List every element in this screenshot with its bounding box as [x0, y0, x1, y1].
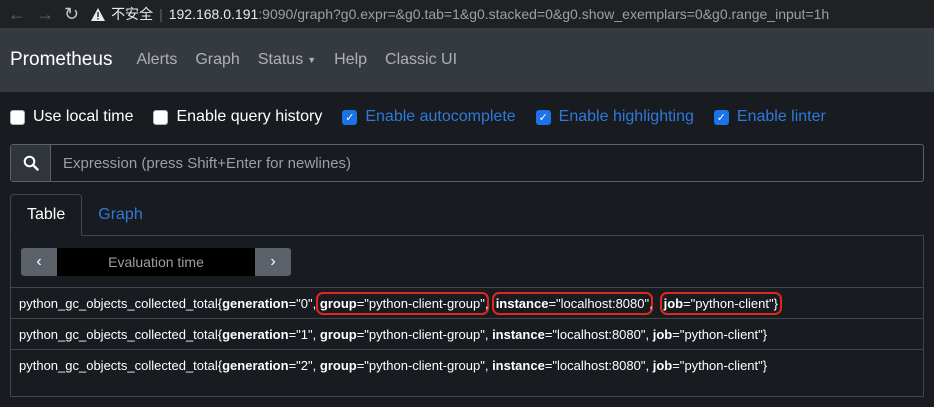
nav-classic-ui[interactable]: Classic UI	[385, 51, 457, 69]
panel-tabs: Table Graph	[10, 194, 924, 236]
chevron-left-icon[interactable]: ‹	[21, 248, 57, 276]
query-options: Use local time Enable query history ✓ En…	[0, 94, 934, 140]
metric-name: python_gc_objects_collected_total	[19, 357, 218, 373]
table-view: ‹ Evaluation time › python_gc_objects_co…	[10, 236, 924, 397]
url-host: 192.168.0.191	[168, 6, 259, 22]
option-label: Use local time	[33, 108, 134, 125]
table-row: python_gc_objects_collected_total{genera…	[11, 318, 923, 349]
option-autocomplete[interactable]: ✓ Enable autocomplete	[342, 108, 516, 126]
label-instance: localhost:8080	[557, 326, 641, 342]
table-row: python_gc_objects_collected_total{genera…	[11, 287, 923, 318]
browser-toolbar: ← → ↻ 不安全 | 192.168.0.191:9090/graph?g0.…	[0, 0, 934, 28]
label-group: python-client-group	[368, 326, 481, 342]
table-row: python_gc_objects_collected_total{genera…	[11, 349, 923, 380]
checkmark-icon[interactable]: ✓	[713, 109, 729, 125]
nav-status-dropdown[interactable]: Status ▼	[258, 51, 316, 69]
reload-icon[interactable]: ↻	[64, 4, 79, 25]
label-job: python-client	[684, 326, 759, 342]
results-table: python_gc_objects_collected_total{genera…	[11, 287, 923, 380]
url-text[interactable]: 192.168.0.191:9090/graph?g0.expr=&g0.tab…	[169, 6, 829, 22]
arrow-right-icon[interactable]: →	[36, 0, 54, 28]
caret-down-icon: ▼	[307, 55, 317, 65]
search-icon[interactable]	[11, 145, 51, 181]
label-group: python-client-group	[368, 295, 481, 311]
option-label: Enable query history	[176, 108, 323, 125]
checkbox-unchecked[interactable]	[10, 109, 25, 125]
nav-help[interactable]: Help	[334, 51, 367, 69]
label-job: python-client	[684, 357, 759, 373]
label-group: python-client-group	[368, 357, 481, 373]
metric-name: python_gc_objects_collected_total	[19, 326, 218, 342]
security-label[interactable]: 不安全	[111, 4, 153, 24]
checkmark-icon[interactable]: ✓	[342, 109, 358, 125]
evaluation-time-control: ‹ Evaluation time ›	[21, 248, 923, 276]
nav-alerts[interactable]: Alerts	[136, 51, 177, 69]
highlighted-group-label: group="python-client-group"	[315, 291, 489, 315]
arrow-left-icon[interactable]: ←	[8, 0, 26, 28]
query-panel: Table Graph ‹ Evaluation time › python_g…	[10, 194, 924, 397]
separator: |	[159, 6, 163, 22]
checkbox-unchecked[interactable]	[153, 109, 169, 125]
label-generation: 0	[300, 295, 309, 311]
label-instance: localhost:8080	[560, 295, 645, 311]
tab-table[interactable]: Table	[10, 194, 83, 236]
option-highlighting[interactable]: ✓ Enable highlighting	[535, 108, 694, 126]
highlighted-instance-label: instance="localhost:8080"	[491, 291, 654, 315]
label-instance: localhost:8080	[557, 357, 641, 373]
option-use-local-time[interactable]: Use local time	[10, 108, 133, 126]
option-label: Enable linter	[736, 108, 826, 125]
metric-name: python_gc_objects_collected_total	[19, 295, 218, 311]
option-label: Enable autocomplete	[365, 108, 516, 125]
address-bar[interactable]: 不安全 | 192.168.0.191:9090/graph?g0.expr=&…	[91, 4, 829, 24]
option-label: Enable highlighting	[558, 108, 694, 125]
checkmark-icon[interactable]: ✓	[535, 109, 551, 125]
nav-graph[interactable]: Graph	[195, 51, 239, 69]
brand-logo[interactable]: Prometheus	[10, 49, 112, 71]
option-query-history[interactable]: Enable query history	[153, 108, 322, 126]
chevron-right-icon[interactable]: ›	[255, 248, 291, 276]
nav-status-label: Status	[257, 51, 304, 68]
evaluation-time-input[interactable]: Evaluation time	[57, 248, 255, 276]
option-linter[interactable]: ✓ Enable linter	[713, 108, 826, 126]
label-generation: 1	[300, 326, 309, 342]
label-generation: 2	[300, 357, 309, 373]
label-job: python-client	[695, 295, 770, 311]
tab-graph[interactable]: Graph	[82, 194, 158, 235]
expression-bar	[10, 144, 924, 182]
top-navbar: Prometheus Alerts Graph Status ▼ Help Cla…	[0, 28, 934, 92]
highlighted-job-label: job="python-client"}	[659, 291, 782, 315]
warning-icon[interactable]	[91, 7, 106, 21]
expression-input[interactable]	[51, 145, 923, 181]
url-rest: :9090/graph?g0.expr=&g0.tab=1&g0.stacked…	[258, 6, 830, 22]
